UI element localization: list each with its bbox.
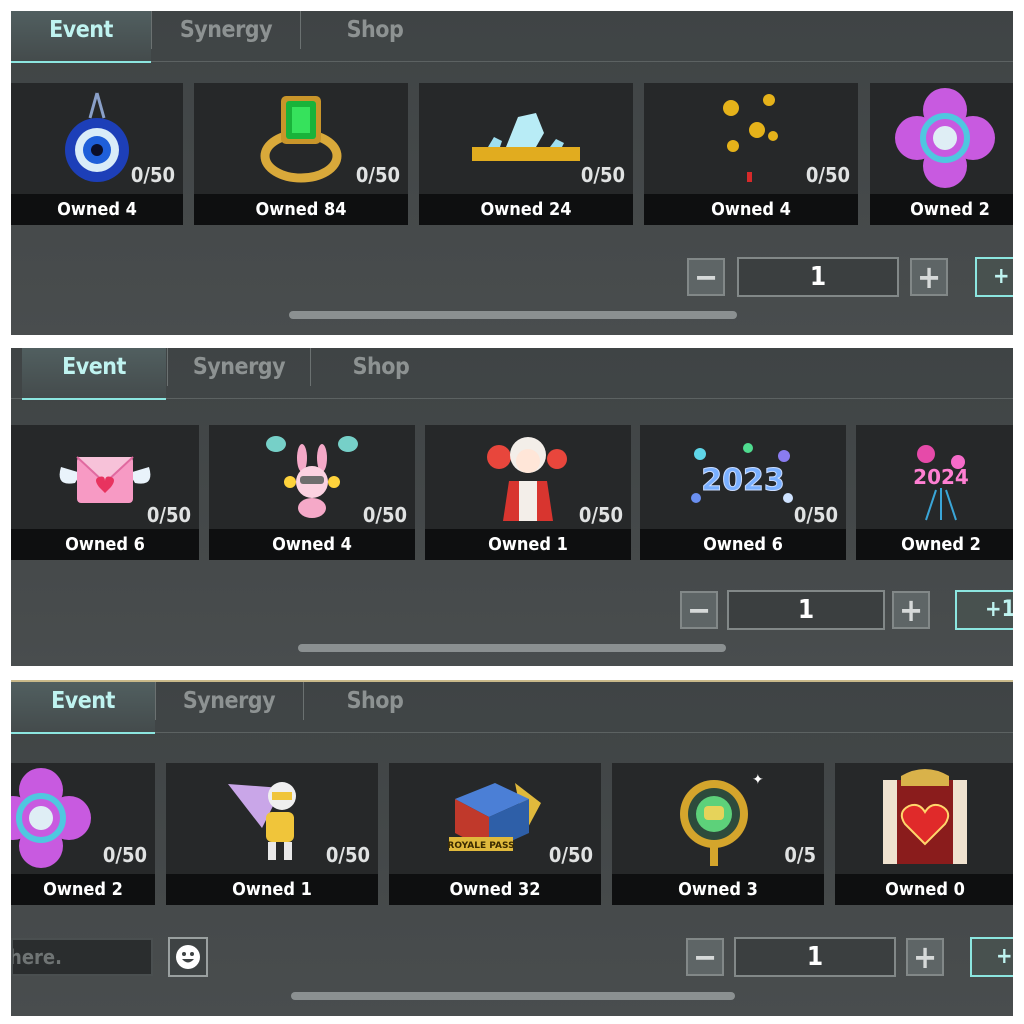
item-count: 0/50 [362, 503, 407, 527]
horizontal-scrollbar[interactable] [289, 311, 737, 319]
tab-bar: Event Synergy Shop [11, 348, 1013, 400]
item-count: 0/50 [146, 503, 191, 527]
item-count: 0/50 [793, 503, 838, 527]
purple-flower-emblem-icon [870, 83, 1013, 193]
event-panel-2: Event Synergy Shop 0/50 Owned 6 0/50 Own… [11, 348, 1013, 666]
item-owned-label: Owned 4 [644, 194, 858, 225]
item-owned-label: Owned 2 [856, 529, 1013, 560]
item-owned-label: Owned 1 [425, 529, 631, 560]
item-card-purple-flower-emblem[interactable]: Owned 2 [870, 83, 1013, 225]
add-quantity-button[interactable]: + [970, 937, 1013, 977]
tab-synergy[interactable]: Synergy [167, 348, 311, 398]
item-owned-label: Owned 1 [166, 874, 378, 905]
item-count: 0/50 [355, 163, 400, 187]
item-card-emerald-ring[interactable]: 0/50 Owned 84 [194, 83, 408, 225]
tab-bar: Event Synergy Shop [11, 11, 1013, 63]
item-owned-label: Owned 2 [11, 874, 155, 905]
decrease-quantity-button[interactable]: − [686, 938, 724, 976]
increase-quantity-button[interactable]: + [910, 258, 948, 296]
tab-divider [151, 11, 152, 49]
red-heart-shrine-icon [835, 763, 1013, 873]
item-count: 0/5 [784, 843, 816, 867]
item-owned-label: Owned 3 [612, 874, 824, 905]
item-count: 0/50 [548, 843, 593, 867]
add-quantity-button[interactable]: + [975, 257, 1013, 297]
svg-text:✦: ✦ [752, 772, 764, 788]
tab-shop[interactable]: Shop [305, 11, 445, 61]
item-count: 0/50 [578, 503, 623, 527]
item-card-anime-girl[interactable]: 0/50 Owned 1 [425, 425, 631, 560]
item-card-red-heart-shrine[interactable]: Owned 0 [835, 763, 1013, 905]
tab-divider [155, 682, 156, 720]
2023-text-art: 2023 [701, 463, 785, 498]
item-owned-label: Owned 6 [11, 529, 199, 560]
tab-divider [300, 11, 301, 49]
item-card-purple-flower-emblem[interactable]: 0/50 Owned 2 [11, 763, 155, 905]
increase-quantity-button[interactable]: + [892, 591, 930, 629]
item-count: 0/50 [102, 843, 147, 867]
item-card-love-letter[interactable]: 0/50 Owned 6 [11, 425, 199, 560]
increase-quantity-button[interactable]: + [906, 938, 944, 976]
item-owned-label: Owned 84 [194, 194, 408, 225]
item-count: 0/50 [325, 843, 370, 867]
tab-shop[interactable]: Shop [305, 682, 445, 732]
item-count: 0/50 [805, 163, 850, 187]
item-card-royale-pass-cube[interactable]: ROYALE PASS 0/50 Owned 32 [389, 763, 601, 905]
item-owned-label: Owned 0 [835, 874, 1013, 905]
quantity-input[interactable]: 1 [734, 937, 896, 977]
royale-pass-logo-text: ROYALE PASS [447, 841, 514, 851]
item-card-2023-fireworks[interactable]: 2023 0/50 Owned 6 [640, 425, 846, 560]
tab-bar: Event Synergy Shop [11, 682, 1013, 734]
item-count: 0/50 [580, 163, 625, 187]
item-owned-label: Owned 4 [209, 529, 415, 560]
2024-text-art: 2024 [913, 465, 969, 489]
item-owned-label: Owned 2 [870, 194, 1013, 225]
tab-event[interactable]: Event [11, 682, 155, 734]
tab-event[interactable]: Event [11, 11, 151, 63]
tab-synergy[interactable]: Synergy [156, 11, 296, 61]
smiley-icon [176, 945, 200, 969]
add-ten-button[interactable]: +10 [955, 590, 1013, 630]
2024-fireworks-icon: 2024 [856, 425, 1013, 529]
event-panel-1: Event Synergy Shop 0/50 Owned 4 0/50 Own… [11, 11, 1013, 335]
horizontal-scrollbar[interactable] [298, 644, 726, 652]
item-owned-label: Owned 24 [419, 194, 633, 225]
item-card-bunny[interactable]: 0/50 Owned 4 [209, 425, 415, 560]
quantity-input[interactable]: 1 [727, 590, 885, 630]
item-card-pan-medal[interactable]: ✦ 0/5 Owned 3 [612, 763, 824, 905]
decrease-quantity-button[interactable]: − [687, 258, 725, 296]
tab-synergy[interactable]: Synergy [157, 682, 301, 732]
item-card-crystal-gift[interactable]: 0/50 Owned 24 [419, 83, 633, 225]
chat-input[interactable]: here. [11, 938, 153, 976]
emoji-button[interactable] [168, 937, 208, 977]
item-owned-label: Owned 32 [389, 874, 601, 905]
item-card-evil-eye-charm[interactable]: 0/50 Owned 4 [11, 83, 183, 225]
horizontal-scrollbar[interactable] [291, 992, 735, 1000]
item-count: 0/50 [130, 163, 175, 187]
tab-shop[interactable]: Shop [311, 348, 451, 398]
decrease-quantity-button[interactable]: − [680, 591, 718, 629]
item-card-fireworks[interactable]: 0/50 Owned 4 [644, 83, 858, 225]
item-card-robot-character[interactable]: 0/50 Owned 1 [166, 763, 378, 905]
tab-divider [303, 682, 304, 720]
event-panel-3: Event Synergy Shop 0/50 Owned 2 0/50 Own… [11, 680, 1013, 1016]
item-card-2024-fireworks[interactable]: 2024 Owned 2 [856, 425, 1013, 560]
item-owned-label: Owned 6 [640, 529, 846, 560]
tab-event[interactable]: Event [22, 348, 166, 400]
item-owned-label: Owned 4 [11, 194, 183, 225]
quantity-input[interactable]: 1 [737, 257, 899, 297]
